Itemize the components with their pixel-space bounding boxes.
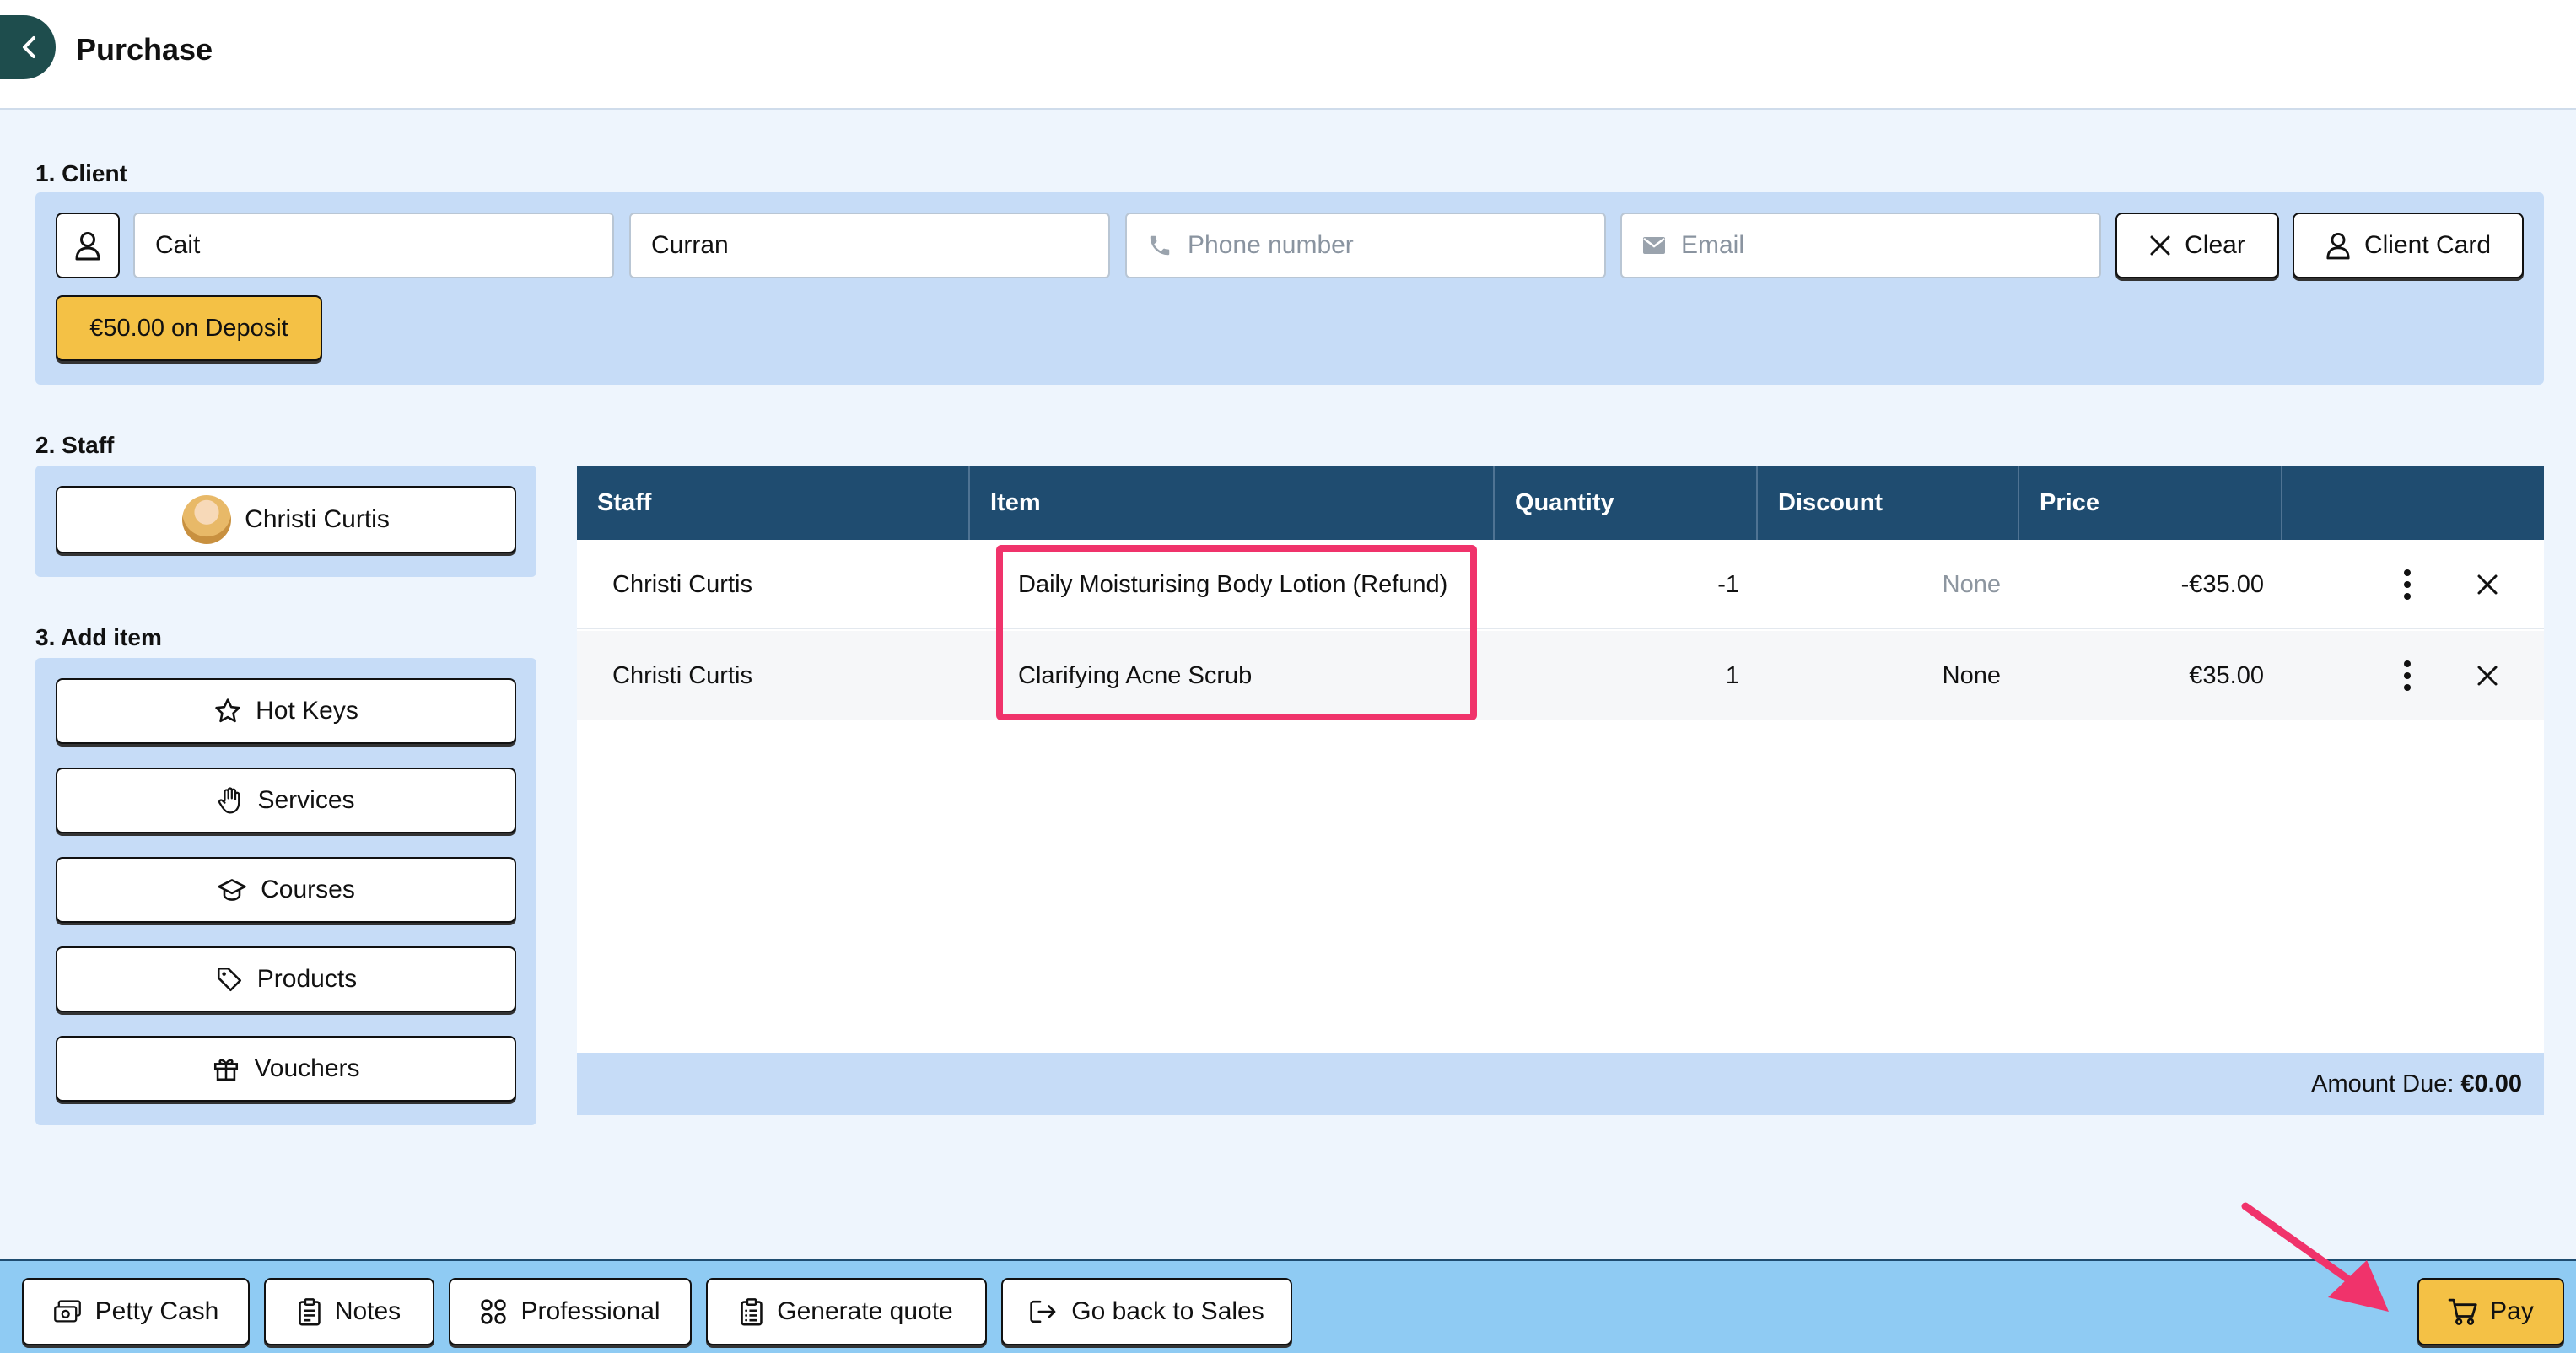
vouchers-label: Vouchers bbox=[254, 1054, 360, 1082]
bottom-action-bar: Petty Cash Notes Professional Generate q… bbox=[0, 1259, 2576, 1353]
top-bar: Purchase bbox=[0, 0, 2576, 110]
last-name-field[interactable]: Curran bbox=[629, 213, 1110, 278]
client-card-button[interactable]: Client Card bbox=[2293, 213, 2524, 278]
pay-label: Pay bbox=[2490, 1297, 2534, 1325]
generate-quote-label: Generate quote bbox=[777, 1297, 953, 1325]
tag-icon bbox=[215, 965, 244, 994]
staff-select-button[interactable]: Christi Curtis bbox=[56, 486, 516, 553]
envelope-icon bbox=[1642, 236, 1666, 255]
petty-cash-label: Petty Cash bbox=[94, 1297, 219, 1325]
table-row[interactable]: Christi Curtis Daily Moisturising Body L… bbox=[577, 540, 2544, 629]
page-title: Purchase bbox=[76, 32, 213, 67]
row-price: -€35.00 bbox=[2180, 570, 2264, 598]
hot-keys-label: Hot Keys bbox=[256, 697, 358, 725]
client-avatar-button[interactable] bbox=[56, 213, 120, 278]
client-section-label: 1. Client bbox=[35, 160, 127, 186]
hand-icon bbox=[217, 786, 244, 815]
table-header: Staff Item Quantity Discount Price bbox=[577, 466, 2544, 540]
client-card-label: Client Card bbox=[2363, 231, 2492, 259]
column-header-actions bbox=[2282, 466, 2544, 540]
row-price: €35.00 bbox=[2189, 661, 2264, 689]
pay-button[interactable]: Pay bbox=[2417, 1278, 2564, 1345]
row-item: Daily Moisturising Body Lotion (Refund) bbox=[1018, 570, 1448, 598]
row-staff: Christi Curtis bbox=[612, 570, 752, 598]
amount-due-value: €0.00 bbox=[2460, 1070, 2522, 1097]
amount-due-label: Amount Due: bbox=[2311, 1070, 2455, 1097]
phone-field[interactable]: Phone number bbox=[1125, 213, 1606, 278]
row-quantity[interactable]: -1 bbox=[1495, 540, 1739, 629]
first-name-value: Cait bbox=[155, 231, 201, 259]
clipboard-icon bbox=[298, 1297, 321, 1326]
chevron-left-icon bbox=[20, 35, 39, 60]
professional-button[interactable]: Professional bbox=[449, 1278, 692, 1345]
more-vertical-icon[interactable] bbox=[2402, 540, 2412, 629]
first-name-field[interactable]: Cait bbox=[133, 213, 614, 278]
petty-cash-button[interactable]: Petty Cash bbox=[22, 1278, 250, 1345]
column-header-item: Item bbox=[970, 466, 1495, 540]
go-back-to-sales-label: Go back to Sales bbox=[1071, 1297, 1264, 1325]
back-button[interactable] bbox=[0, 15, 56, 79]
clipboard-list-icon bbox=[740, 1297, 763, 1326]
go-back-to-sales-button[interactable]: Go back to Sales bbox=[1001, 1278, 1292, 1345]
phone-placeholder: Phone number bbox=[1188, 231, 1354, 259]
vouchers-button[interactable]: Vouchers bbox=[56, 1036, 516, 1102]
user-icon bbox=[2325, 231, 2351, 260]
last-name-value: Curran bbox=[651, 231, 729, 259]
user-icon bbox=[74, 230, 101, 261]
services-button[interactable]: Services bbox=[56, 768, 516, 833]
more-vertical-icon[interactable] bbox=[2402, 631, 2412, 720]
deposit-button[interactable]: €50.00 on Deposit bbox=[56, 295, 322, 361]
cart-icon bbox=[2448, 1297, 2478, 1326]
row-item: Clarifying Acne Scrub bbox=[1018, 661, 1253, 689]
staff-name: Christi Curtis bbox=[245, 505, 390, 533]
professional-label: Professional bbox=[520, 1297, 660, 1325]
column-header-quantity: Quantity bbox=[1495, 466, 1758, 540]
table-row[interactable]: Christi Curtis Clarifying Acne Scrub 1 N… bbox=[577, 631, 2544, 720]
row-staff: Christi Curtis bbox=[612, 661, 752, 689]
clear-label: Clear bbox=[2185, 231, 2245, 259]
annotation-arrow-icon bbox=[2235, 1198, 2404, 1324]
star-icon bbox=[213, 697, 242, 725]
email-field[interactable]: Email bbox=[1620, 213, 2101, 278]
notes-button[interactable]: Notes bbox=[264, 1278, 434, 1345]
close-icon bbox=[2149, 234, 2171, 256]
gift-icon bbox=[212, 1054, 240, 1083]
staff-avatar bbox=[182, 495, 232, 544]
clear-button[interactable]: Clear bbox=[2115, 213, 2279, 278]
courses-button[interactable]: Courses bbox=[56, 857, 516, 923]
products-label: Products bbox=[256, 965, 358, 993]
add-item-section-label: 3. Add item bbox=[35, 624, 162, 650]
courses-label: Courses bbox=[261, 876, 355, 903]
row-discount[interactable]: None bbox=[1758, 631, 2001, 720]
column-header-staff: Staff bbox=[577, 466, 970, 540]
row-quantity[interactable]: 1 bbox=[1495, 631, 1739, 720]
email-placeholder: Email bbox=[1681, 231, 1745, 259]
close-icon[interactable] bbox=[2476, 631, 2498, 720]
grid-icon bbox=[480, 1298, 507, 1325]
generate-quote-button[interactable]: Generate quote bbox=[706, 1278, 987, 1345]
services-label: Services bbox=[257, 786, 355, 814]
staff-section-label: 2. Staff bbox=[35, 432, 115, 458]
graduation-cap-icon bbox=[217, 877, 247, 903]
hot-keys-button[interactable]: Hot Keys bbox=[56, 678, 516, 744]
notes-label: Notes bbox=[334, 1297, 401, 1325]
cash-icon bbox=[53, 1299, 82, 1324]
phone-icon bbox=[1147, 233, 1172, 258]
amount-due-bar: Amount Due: €0.00 bbox=[577, 1053, 2544, 1115]
products-button[interactable]: Products bbox=[56, 946, 516, 1012]
column-header-price: Price bbox=[2019, 466, 2282, 540]
close-icon[interactable] bbox=[2476, 540, 2498, 629]
logout-icon bbox=[1029, 1298, 1058, 1325]
items-table: Staff Item Quantity Discount Price Chris… bbox=[577, 466, 2544, 1115]
row-discount[interactable]: None bbox=[1758, 540, 2001, 629]
column-header-discount: Discount bbox=[1758, 466, 2019, 540]
